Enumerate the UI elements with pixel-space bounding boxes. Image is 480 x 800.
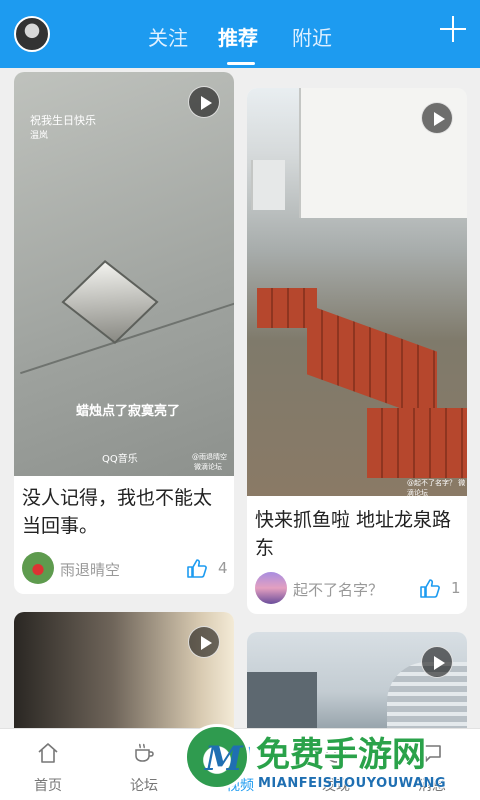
thumbnail-watermark: @起不了名字？ 微滴论坛: [407, 479, 466, 497]
thumbnail-watermark: @雨退晴空: [192, 453, 227, 461]
author-avatar[interactable]: [22, 552, 54, 584]
nav-home[interactable]: 首页: [0, 729, 96, 800]
coffee-cup-icon: [135, 743, 154, 762]
card-title[interactable]: 快来抓鱼啦 地址龙泉路东: [255, 506, 459, 562]
card-title[interactable]: 没人记得，我也不能太当回事。: [22, 484, 226, 540]
video-thumbnail[interactable]: @起不了名字？ 微滴论坛: [247, 88, 467, 497]
nav-forum[interactable]: 论坛: [96, 729, 192, 800]
watermark-site-name: 免费手游网: [256, 735, 426, 775]
play-icon[interactable]: [421, 646, 453, 678]
nav-label: 首页: [34, 778, 62, 794]
home-icon: [38, 743, 58, 763]
author-avatar[interactable]: [255, 572, 287, 604]
feed-card[interactable]: 祝我生日快乐 温岚 蜡烛点了寂寞亮了 QQ音乐 @雨退晴空 微滴论坛 没人记得，…: [14, 72, 234, 594]
play-icon[interactable]: [421, 102, 453, 134]
watermark-site-pinyin: MIANFEISHOUYOUWANG: [258, 776, 447, 791]
thumbnail-caption: 蜡烛点了寂寞亮了: [76, 404, 181, 419]
top-bar: 关注 推荐 附近: [0, 0, 480, 68]
author-name[interactable]: 雨退晴空: [60, 559, 120, 580]
thumbnail-building-far: [251, 160, 285, 210]
thumbnail-brick-wall: [307, 304, 437, 422]
user-avatar[interactable]: [14, 16, 50, 52]
video-thumbnail[interactable]: 祝我生日快乐 温岚 蜡烛点了寂寞亮了 QQ音乐 @雨退晴空 微滴论坛: [14, 72, 234, 476]
tab-nearby[interactable]: 附近: [292, 22, 332, 51]
watermark-logo: M: [184, 724, 250, 790]
thumbnail-music-badge: QQ音乐: [102, 454, 138, 465]
thumbs-up-icon[interactable]: [186, 558, 208, 578]
tab-follow[interactable]: 关注: [148, 22, 188, 51]
like-count: 4: [218, 559, 228, 577]
thumbnail-brick-wall: [367, 408, 467, 478]
thumbnail-watermark-forum: 微滴论坛: [194, 463, 222, 471]
play-icon[interactable]: [188, 626, 220, 658]
play-icon[interactable]: [188, 86, 220, 118]
watermark-logo-letter: M: [205, 739, 243, 779]
active-tab-indicator: [227, 62, 255, 65]
like-count: 1: [451, 579, 461, 597]
thumbnail-song-title: 祝我生日快乐: [30, 114, 96, 127]
thumbnail-song-artist: 温岚: [30, 131, 49, 141]
feed-card[interactable]: @起不了名字？ 微滴论坛 快来抓鱼啦 地址龙泉路东 起不了名字？ 1: [247, 88, 467, 614]
nav-label: 论坛: [130, 778, 158, 794]
author-name[interactable]: 起不了名字？: [293, 579, 383, 600]
thumbs-up-icon[interactable]: [419, 578, 441, 598]
tab-recommend[interactable]: 推荐: [218, 22, 258, 51]
add-post-icon[interactable]: [440, 16, 466, 42]
